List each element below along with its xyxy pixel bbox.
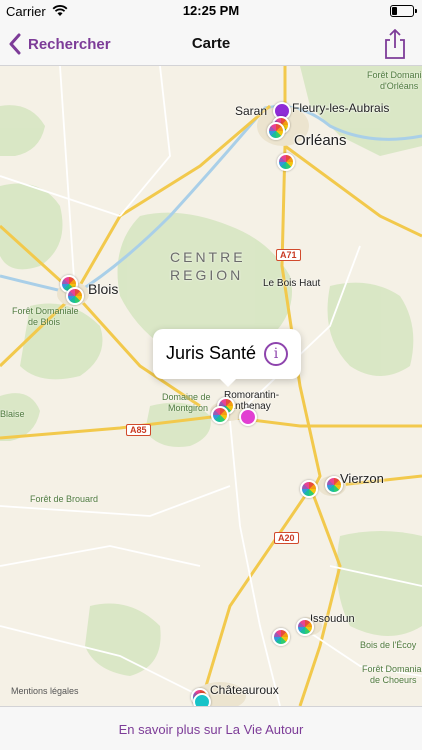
navigation-bar: Rechercher Carte bbox=[0, 22, 422, 66]
back-button-label: Rechercher bbox=[28, 35, 111, 53]
forest-label-montgiron-2: Montgiron bbox=[168, 403, 209, 413]
forest-label-blois-2: de Blois bbox=[28, 317, 61, 327]
city-label-le-bois-haut: Le Bois Haut bbox=[263, 278, 321, 289]
road-label-a85: A85 bbox=[126, 424, 151, 436]
map-pin[interactable] bbox=[211, 406, 229, 424]
city-label-issoudun: Issoudun bbox=[310, 613, 355, 625]
battery-level bbox=[392, 7, 397, 15]
forest-label-orleans-1: Forêt Domaniale bbox=[367, 70, 422, 80]
city-label-vierzon: Vierzon bbox=[340, 471, 384, 486]
road-label-a71: A71 bbox=[276, 249, 301, 261]
map-pin[interactable] bbox=[272, 628, 290, 646]
bottom-bar: En savoir plus sur La Vie Autour bbox=[0, 706, 422, 750]
back-button[interactable]: Rechercher bbox=[8, 30, 111, 58]
map-background bbox=[0, 66, 422, 706]
city-label-chateauroux: Châteauroux bbox=[210, 683, 279, 697]
forest-label-brouard: Forêt de Brouard bbox=[30, 494, 99, 504]
map-pin[interactable] bbox=[66, 287, 84, 305]
map-pin[interactable] bbox=[300, 480, 318, 498]
road-label-a20: A20 bbox=[274, 532, 299, 544]
forest-label-ecouy: Bois de l'Écoy bbox=[360, 640, 417, 650]
city-label-orleans: Orléans bbox=[294, 132, 347, 149]
map-pin[interactable] bbox=[267, 122, 285, 140]
region-label-1: CENTRE bbox=[170, 249, 246, 265]
city-label-blois: Blois bbox=[88, 281, 119, 297]
callout-title: Juris Santé bbox=[166, 343, 257, 363]
learn-more-link[interactable]: En savoir plus sur La Vie Autour bbox=[119, 722, 304, 737]
map-view[interactable]: Saran Fleury-les-Aubrais Orléans Forêt D… bbox=[0, 66, 422, 706]
clock: 12:25 PM bbox=[182, 3, 240, 18]
status-bar: Carrier 12:25 PM bbox=[0, 0, 422, 22]
map-pin-magenta[interactable] bbox=[239, 408, 257, 426]
info-icon[interactable]: i bbox=[264, 342, 288, 366]
city-label-saran: Saran bbox=[235, 104, 268, 118]
share-icon[interactable] bbox=[382, 28, 408, 60]
forest-label-choeurs-2: de Choeurs bbox=[370, 675, 417, 685]
forest-label-choeurs-1: Forêt Domaniale bbox=[362, 664, 422, 674]
chevron-left-icon bbox=[9, 33, 21, 55]
forest-label-montgiron-1: Domaine de bbox=[162, 392, 211, 402]
battery-icon bbox=[390, 5, 417, 17]
region-label-2: REGION bbox=[170, 267, 244, 283]
map-pin[interactable] bbox=[296, 618, 314, 636]
forest-label-blaise: Blaise bbox=[0, 409, 25, 419]
map-pin-teal[interactable] bbox=[193, 693, 211, 706]
forest-label-orleans-2: d'Orléans bbox=[380, 81, 419, 91]
legal-notice-link[interactable]: Mentions légales bbox=[11, 686, 79, 696]
city-label-fleury: Fleury-les-Aubrais bbox=[292, 101, 390, 115]
forest-label-blois-1: Forêt Domaniale bbox=[12, 306, 79, 316]
map-callout[interactable]: Juris Santé i bbox=[153, 329, 301, 387]
map-pin[interactable] bbox=[325, 476, 343, 494]
map-pin[interactable] bbox=[277, 153, 295, 171]
